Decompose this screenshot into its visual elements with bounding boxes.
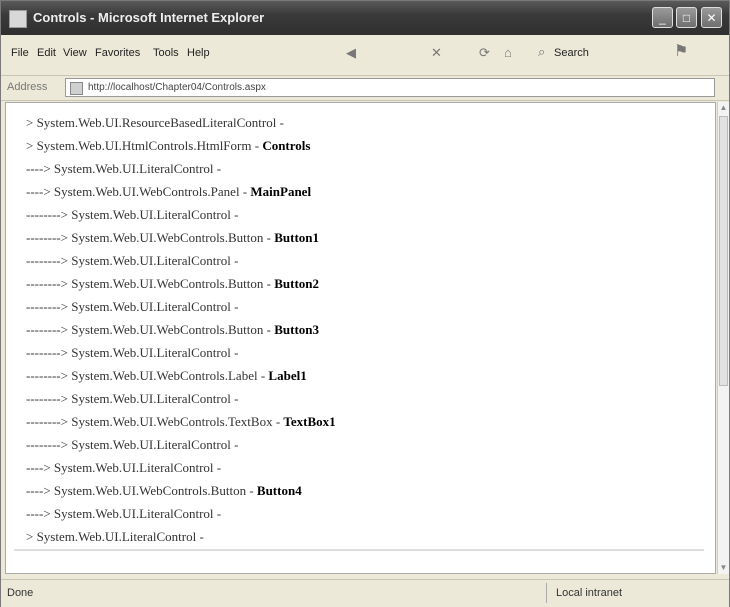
menu-edit[interactable]: Edit — [37, 47, 56, 59]
control-tree-line: ----> System.Web.UI.WebControls.Button -… — [26, 483, 302, 499]
ie-app-icon — [9, 10, 27, 28]
address-label: Address — [7, 81, 48, 93]
menu-favorites[interactable]: Favorites — [95, 47, 140, 59]
home-icon[interactable]: ⌂ — [504, 45, 512, 60]
control-type-text: --------> System.Web.UI.LiteralControl - — [26, 299, 239, 314]
control-tree-line: > System.Web.UI.LiteralControl - — [26, 529, 204, 545]
control-type-text: --------> System.Web.UI.WebControls.Butt… — [26, 230, 275, 245]
minimize-button[interactable]: _ — [652, 7, 673, 28]
control-tree-line: > System.Web.UI.ResourceBasedLiteralCont… — [26, 115, 284, 131]
menu-view[interactable]: View — [63, 47, 87, 59]
back-icon[interactable]: ◀ — [346, 45, 356, 61]
page-content: > System.Web.UI.ResourceBasedLiteralCont… — [5, 102, 716, 574]
control-tree-line: --------> System.Web.UI.LiteralControl - — [26, 253, 238, 269]
control-tree-line: ----> System.Web.UI.WebControls.Panel - … — [26, 184, 311, 200]
control-type-text: ----> System.Web.UI.LiteralControl - — [26, 460, 222, 475]
control-type-text: ----> System.Web.UI.LiteralControl - — [26, 506, 222, 521]
control-type-text: ----> System.Web.UI.WebControls.Button - — [26, 483, 257, 498]
scroll-thumb[interactable] — [719, 116, 728, 386]
page-icon — [70, 82, 83, 95]
scroll-up-icon[interactable]: ▲ — [718, 102, 729, 114]
control-type-text: --------> System.Web.UI.WebControls.Labe… — [26, 368, 269, 383]
control-tree-line: --------> System.Web.UI.WebControls.Butt… — [26, 322, 319, 338]
control-id-text: TextBox1 — [283, 414, 336, 429]
maximize-button[interactable]: □ — [676, 7, 697, 28]
control-type-text: --------> System.Web.UI.LiteralControl - — [26, 253, 239, 268]
address-bar: Address http://localhost/Chapter04/Contr… — [1, 76, 729, 101]
menu-help[interactable]: Help — [187, 47, 210, 59]
status-text: Done — [7, 587, 34, 599]
control-tree-line: > System.Web.UI.HtmlControls.HtmlForm - … — [26, 138, 310, 154]
control-tree-line: ----> System.Web.UI.LiteralControl - — [26, 460, 221, 476]
control-type-text: --------> System.Web.UI.WebControls.Butt… — [26, 322, 275, 337]
control-id-text: Button2 — [274, 276, 320, 291]
control-tree-line: --------> System.Web.UI.WebControls.Butt… — [26, 276, 319, 292]
refresh-icon[interactable]: ⟳ — [479, 45, 490, 61]
control-tree-line: --------> System.Web.UI.LiteralControl - — [26, 345, 238, 361]
vertical-scrollbar[interactable]: ▲ ▼ — [717, 102, 729, 574]
control-type-text: --------> System.Web.UI.LiteralControl - — [26, 207, 239, 222]
control-type-text: --------> System.Web.UI.LiteralControl - — [26, 391, 239, 406]
control-id-text: Controls — [262, 138, 311, 153]
control-type-text: > System.Web.UI.ResourceBasedLiteralCont… — [26, 115, 284, 130]
control-tree-line: --------> System.Web.UI.LiteralControl - — [26, 207, 238, 223]
control-tree-line: ----> System.Web.UI.LiteralControl - — [26, 506, 221, 522]
status-bar: Done Local intranet — [1, 579, 729, 607]
control-id-text: Label1 — [268, 368, 307, 383]
control-tree-line: --------> System.Web.UI.WebControls.Butt… — [26, 230, 319, 246]
menu-and-toolbar: File Edit View Favorites Tools Help ◀ ✕ … — [1, 35, 729, 76]
zone-text: Local intranet — [556, 587, 623, 599]
control-type-text: > System.Web.UI.LiteralControl - — [26, 529, 204, 544]
control-type-text: > System.Web.UI.HtmlControls.HtmlForm - — [26, 138, 263, 153]
address-url[interactable]: http://localhost/Chapter04/Controls.aspx — [88, 82, 266, 93]
control-type-text: --------> System.Web.UI.WebControls.Text… — [26, 414, 284, 429]
title-bar[interactable]: Controls - Microsoft Internet Explorer _… — [1, 1, 729, 35]
control-type-text: --------> System.Web.UI.LiteralControl - — [26, 345, 239, 360]
windows-logo-icon: ⚑ — [674, 43, 689, 60]
address-field[interactable]: http://localhost/Chapter04/Controls.aspx — [65, 78, 715, 97]
control-tree-line: --------> System.Web.UI.LiteralControl - — [26, 391, 238, 407]
control-id-text: Button4 — [256, 483, 302, 498]
window-title: Controls - Microsoft Internet Explorer — [33, 10, 265, 25]
control-tree-line: --------> System.Web.UI.WebControls.Labe… — [26, 368, 307, 384]
browser-window: Controls - Microsoft Internet Explorer _… — [0, 0, 730, 607]
control-id-text: Button1 — [274, 230, 320, 245]
control-tree-line: --------> System.Web.UI.WebControls.Text… — [26, 414, 336, 430]
close-button[interactable]: ✕ — [701, 7, 722, 28]
control-tree-line: --------> System.Web.UI.LiteralControl - — [26, 299, 238, 315]
control-type-text: --------> System.Web.UI.WebControls.Butt… — [26, 276, 275, 291]
control-tree-line: --------> System.Web.UI.LiteralControl - — [26, 437, 238, 453]
status-divider — [546, 583, 547, 603]
search-icon[interactable]: ⌕ — [538, 44, 545, 60]
scroll-down-icon[interactable]: ▼ — [718, 562, 729, 574]
stop-icon[interactable]: ✕ — [431, 45, 442, 61]
search-button-label[interactable]: Search — [554, 47, 589, 59]
control-type-text: ----> System.Web.UI.WebControls.Panel - — [26, 184, 251, 199]
horizontal-rule — [14, 549, 704, 551]
menu-tools[interactable]: Tools — [153, 47, 179, 59]
control-tree-line: ----> System.Web.UI.LiteralControl - — [26, 161, 221, 177]
control-id-text: MainPanel — [250, 184, 312, 199]
control-id-text: Button3 — [274, 322, 320, 337]
control-type-text: --------> System.Web.UI.LiteralControl - — [26, 437, 239, 452]
menu-file[interactable]: File — [11, 47, 29, 59]
control-type-text: ----> System.Web.UI.LiteralControl - — [26, 161, 222, 176]
